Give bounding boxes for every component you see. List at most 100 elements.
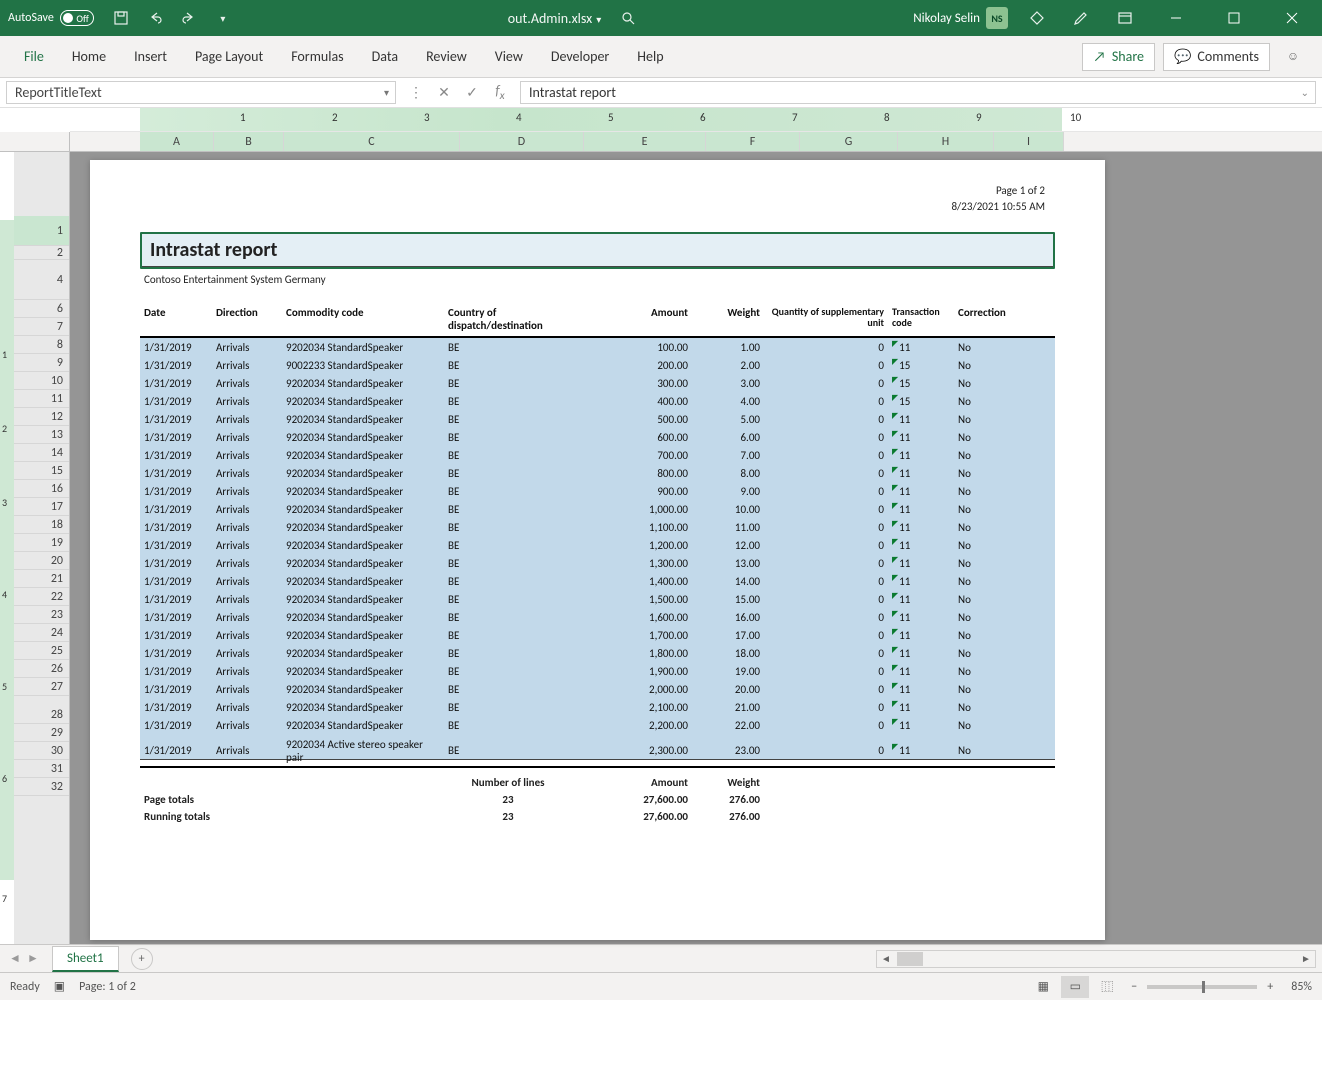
tab-file[interactable]: File: [10, 36, 58, 77]
hdr-date[interactable]: Date: [140, 302, 212, 336]
page-totals-amt[interactable]: 27,600.00: [572, 791, 692, 808]
zoom-out-button[interactable]: −: [1125, 980, 1143, 994]
table-row[interactable]: 1/31/2019Arrivals9202034 StandardSpeaker…: [140, 410, 1055, 428]
expand-formula-icon[interactable]: ⌄: [1301, 86, 1309, 99]
formula-input[interactable]: Intrastat report⌄: [520, 81, 1316, 104]
close-button[interactable]: [1270, 0, 1314, 36]
table-row[interactable]: 1/31/2019Arrivals9202034 StandardSpeaker…: [140, 554, 1055, 572]
name-box[interactable]: ReportTitleText▾: [6, 81, 396, 104]
hdr-corr[interactable]: Correction: [954, 302, 1018, 336]
sheet-nav-next-icon[interactable]: ►: [24, 950, 42, 968]
table-row[interactable]: 1/31/2019Arrivals9202034 StandardSpeaker…: [140, 500, 1055, 518]
hdr-txn[interactable]: Transaction code: [888, 302, 954, 336]
tab-data[interactable]: Data: [358, 36, 412, 77]
save-icon[interactable]: [106, 3, 136, 33]
table-row[interactable]: 1/31/2019Arrivals9202034 StandardSpeaker…: [140, 644, 1055, 662]
view-normal-icon[interactable]: ▦: [1029, 976, 1057, 998]
running-totals-nl[interactable]: 23: [444, 808, 572, 825]
share-button[interactable]: ↗Share: [1082, 43, 1155, 71]
row-32[interactable]: 32: [14, 778, 69, 796]
row-19[interactable]: 19: [14, 534, 69, 552]
row-8[interactable]: 8: [14, 336, 69, 354]
row-25[interactable]: 25: [14, 642, 69, 660]
row-28[interactable]: 28: [14, 706, 69, 724]
row-24[interactable]: 24: [14, 624, 69, 642]
undo-icon[interactable]: [140, 3, 170, 33]
table-row[interactable]: 1/31/2019Arrivals9202034 StandardSpeaker…: [140, 464, 1055, 482]
macro-record-icon[interactable]: ▣: [54, 979, 65, 994]
hdr-qsu[interactable]: Quantity of supplementary unit: [764, 302, 888, 336]
row-16[interactable]: 16: [14, 480, 69, 498]
row-18[interactable]: 18: [14, 516, 69, 534]
row-11[interactable]: 11: [14, 390, 69, 408]
page-totals-label[interactable]: Page totals: [140, 791, 444, 808]
view-page-layout-icon[interactable]: ▭: [1061, 976, 1089, 998]
comments-button[interactable]: 💬Comments: [1163, 43, 1270, 71]
table-row[interactable]: 1/31/2019Arrivals9202034 StandardSpeaker…: [140, 338, 1055, 356]
row-31[interactable]: 31: [14, 760, 69, 778]
col-F[interactable]: F: [706, 132, 800, 151]
col-C[interactable]: C: [284, 132, 460, 151]
table-row[interactable]: 1/31/2019Arrivals9202034 StandardSpeaker…: [140, 428, 1055, 446]
hdr-amount[interactable]: Amount: [572, 302, 692, 336]
hdr-country[interactable]: Country of dispatch/destination: [444, 302, 572, 336]
zoom-in-button[interactable]: +: [1261, 980, 1279, 994]
minimize-button[interactable]: [1154, 0, 1198, 36]
tab-view[interactable]: View: [481, 36, 537, 77]
tab-home[interactable]: Home: [58, 36, 120, 77]
row-30[interactable]: 30: [14, 742, 69, 760]
autosave-toggle[interactable]: AutoSave Off: [8, 10, 94, 26]
col-D[interactable]: D: [460, 132, 584, 151]
sheet-tab-1[interactable]: Sheet1: [52, 946, 119, 972]
page-totals-wt[interactable]: 276.00: [692, 791, 764, 808]
table-row[interactable]: 1/31/2019Arrivals9202034 StandardSpeaker…: [140, 680, 1055, 698]
table-row[interactable]: 1/31/2019Arrivals9202034 Active stereo s…: [140, 742, 1055, 760]
zoom-slider[interactable]: [1147, 985, 1257, 989]
tab-formulas[interactable]: Formulas: [277, 36, 357, 77]
report-title-cell[interactable]: Intrastat report: [142, 234, 1053, 267]
zoom-value[interactable]: 85%: [1291, 980, 1312, 994]
table-row[interactable]: 1/31/2019Arrivals9202034 StandardSpeaker…: [140, 716, 1055, 734]
row-6[interactable]: 6: [14, 300, 69, 318]
table-row[interactable]: 1/31/2019Arrivals9202034 StandardSpeaker…: [140, 662, 1055, 680]
add-sheet-button[interactable]: +: [131, 948, 153, 970]
qat-caret-icon[interactable]: ▾: [208, 3, 238, 33]
table-row[interactable]: 1/31/2019Arrivals9202034 StandardSpeaker…: [140, 626, 1055, 644]
col-E[interactable]: E: [584, 132, 706, 151]
row-13[interactable]: 13: [14, 426, 69, 444]
row-21[interactable]: 21: [14, 570, 69, 588]
account-user[interactable]: Nikolay Selin NS: [913, 7, 1008, 29]
row-15[interactable]: 15: [14, 462, 69, 480]
document-title[interactable]: out.Admin.xlsx▾: [508, 10, 601, 27]
row-1[interactable]: 1: [14, 216, 69, 246]
hdr-direction[interactable]: Direction: [212, 302, 282, 336]
tab-help[interactable]: Help: [623, 36, 677, 77]
running-totals-amt[interactable]: 27,600.00: [572, 808, 692, 825]
col-G[interactable]: G: [800, 132, 898, 151]
col-B[interactable]: B: [214, 132, 284, 151]
cancel-formula-icon[interactable]: ✕: [430, 80, 458, 106]
tab-insert[interactable]: Insert: [120, 36, 181, 77]
row-12[interactable]: 12: [14, 408, 69, 426]
row-29[interactable]: 29: [14, 724, 69, 742]
col-H[interactable]: H: [898, 132, 994, 151]
search-icon[interactable]: [613, 3, 643, 33]
tab-review[interactable]: Review: [412, 36, 481, 77]
col-A[interactable]: A: [140, 132, 214, 151]
row-10[interactable]: 10: [14, 372, 69, 390]
row-17[interactable]: 17: [14, 498, 69, 516]
page-totals-nl[interactable]: 23: [444, 791, 572, 808]
hdr-weight[interactable]: Weight: [692, 302, 764, 336]
running-totals-wt[interactable]: 276.00: [692, 808, 764, 825]
row-27[interactable]: 27: [14, 678, 69, 696]
tab-developer[interactable]: Developer: [537, 36, 623, 77]
report-company[interactable]: Contoso Entertainment System Germany: [140, 269, 1055, 288]
sheet-nav-prev-icon[interactable]: ◄: [6, 950, 24, 968]
row-9[interactable]: 9: [14, 354, 69, 372]
row-23[interactable]: 23: [14, 606, 69, 624]
redo-icon[interactable]: [174, 3, 204, 33]
chevron-down-icon[interactable]: ▾: [384, 86, 389, 99]
row-4[interactable]: 4: [14, 260, 69, 300]
enter-formula-icon[interactable]: ✓: [458, 80, 486, 106]
table-row[interactable]: 1/31/2019Arrivals9202034 StandardSpeaker…: [140, 572, 1055, 590]
